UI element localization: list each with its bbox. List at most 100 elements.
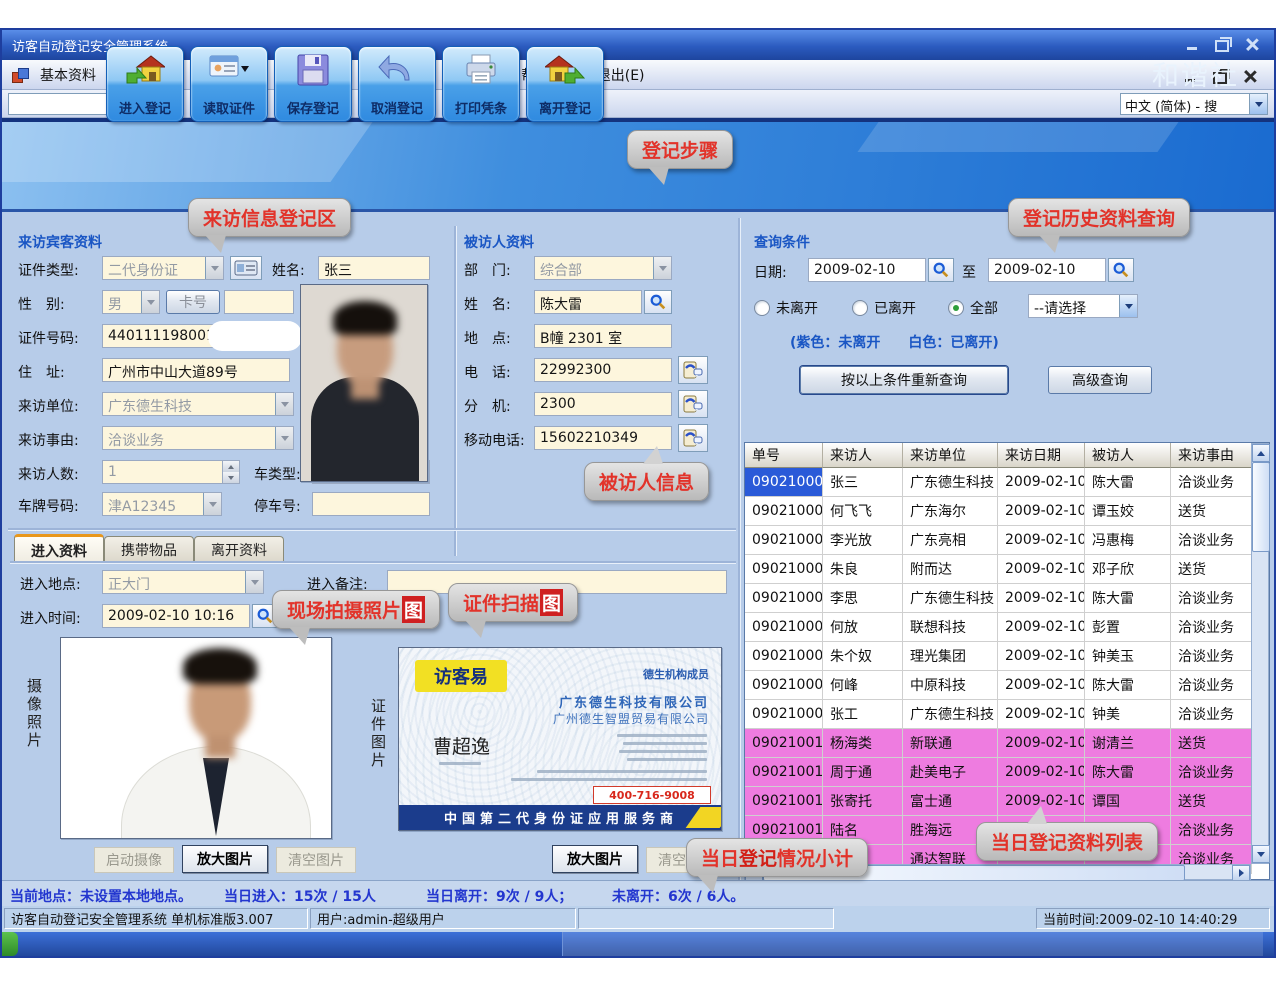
card-number-field[interactable] — [224, 290, 294, 314]
toolbar-button-print-receipt[interactable]: 打印凭条 — [442, 46, 520, 122]
table-cell[interactable]: 彭置 — [1085, 613, 1171, 642]
table-cell[interactable]: 陈大雷 — [1085, 758, 1171, 787]
table-cell[interactable]: 090210008 — [745, 671, 823, 700]
radio-not-left[interactable]: 未离开 — [754, 298, 818, 318]
zoom-photo-button[interactable]: 放大图片 — [182, 845, 268, 873]
table-cell[interactable]: 广东德生科技 — [903, 584, 998, 613]
table-cell[interactable]: 钟美玉 — [1085, 642, 1171, 671]
table-cell[interactable]: 090210002 — [745, 497, 823, 526]
table-cell[interactable]: 冯惠梅 — [1085, 526, 1171, 555]
table-row[interactable]: 090210005李思广东德生科技2009-02-10陈大雷洽谈业务 — [745, 584, 1269, 613]
table-row[interactable]: 090210010杨海类新联通2009-02-10谢清兰送货 — [745, 729, 1269, 758]
table-cell[interactable]: 090210003 — [745, 526, 823, 555]
table-cell[interactable]: 2009-02-10 — [998, 700, 1085, 729]
table-cell[interactable]: 张三 — [823, 468, 903, 497]
table-row[interactable]: 090210007朱个奴理光集团2009-02-10钟美玉洽谈业务 — [745, 642, 1269, 671]
scroll-right-icon[interactable] — [1232, 865, 1250, 881]
date-to-picker-button[interactable] — [1108, 258, 1134, 282]
table-cell[interactable]: 送货 — [1171, 555, 1252, 584]
table-cell[interactable]: 洽谈业务 — [1171, 816, 1252, 845]
table-vscrollbar[interactable] — [1251, 443, 1269, 864]
table-row[interactable]: 090210008何峰中原科技2009-02-10陈大雷洽谈业务 — [745, 671, 1269, 700]
table-cell[interactable]: 谭玉姣 — [1085, 497, 1171, 526]
table-cell[interactable]: 陈大雷 — [1085, 584, 1171, 613]
table-cell[interactable]: 何飞飞 — [823, 497, 903, 526]
table-cell[interactable]: 朱个奴 — [823, 642, 903, 671]
table-cell[interactable]: 2009-02-10 — [998, 729, 1085, 758]
table-cell[interactable]: 2009-02-10 — [998, 584, 1085, 613]
dial-mobile-button[interactable] — [678, 424, 708, 452]
minimize-icon[interactable] — [1182, 35, 1202, 53]
radio-left[interactable]: 已离开 — [852, 298, 916, 318]
table-cell[interactable]: 理光集团 — [903, 642, 998, 671]
table-row[interactable]: 090210012张寄托富士通2009-02-10谭国送货 — [745, 787, 1269, 816]
column-header-1[interactable]: 来访人 — [823, 443, 903, 468]
table-cell[interactable]: 何峰 — [823, 671, 903, 700]
query-select-chevron-icon[interactable] — [1119, 295, 1137, 317]
table-cell[interactable]: 090210006 — [745, 613, 823, 642]
dept-select[interactable]: 综合部 — [534, 256, 672, 280]
table-cell[interactable]: 2009-02-10 — [998, 671, 1085, 700]
table-cell[interactable]: 洽谈业务 — [1171, 613, 1252, 642]
table-row[interactable]: 090210009张工广东德生科技2009-02-10钟美洽谈业务 — [745, 700, 1269, 729]
table-cell[interactable]: 090210010 — [745, 729, 823, 758]
column-header-0[interactable]: 单号 — [745, 443, 823, 468]
visit-reason-select[interactable]: 洽谈业务 — [102, 426, 294, 450]
table-cell[interactable]: 联想科技 — [903, 613, 998, 642]
start-camera-button[interactable]: 启动摄像 — [94, 847, 174, 873]
search-person-button[interactable] — [644, 290, 672, 314]
table-cell[interactable]: 洽谈业务 — [1171, 584, 1252, 613]
table-cell[interactable]: 2009-02-10 — [998, 526, 1085, 555]
table-cell[interactable]: 洽谈业务 — [1171, 468, 1252, 497]
vscroll-thumb[interactable] — [1252, 462, 1270, 552]
location-field[interactable]: B幢 2301 室 — [534, 324, 672, 348]
table-cell[interactable]: 送货 — [1171, 729, 1252, 758]
table-cell[interactable]: 李思 — [823, 584, 903, 613]
column-header-2[interactable]: 来访单位 — [903, 443, 998, 468]
table-cell[interactable]: 谢清兰 — [1085, 729, 1171, 758]
zoom-scan-button[interactable]: 放大图片 — [552, 845, 638, 873]
table-cell[interactable]: 杨海类 — [823, 729, 903, 758]
table-cell[interactable]: 090210005 — [745, 584, 823, 613]
table-row[interactable]: 090210003李光放广东亮相2009-02-10冯惠梅洽谈业务 — [745, 526, 1269, 555]
requery-button[interactable]: 按以上条件重新查询 — [800, 366, 1008, 394]
radio-all[interactable]: 全部 — [948, 298, 998, 318]
restore-icon[interactable] — [1212, 35, 1232, 53]
table-cell[interactable]: 送货 — [1171, 787, 1252, 816]
id-type-select[interactable]: 二代身份证 — [102, 256, 224, 280]
parking-field[interactable] — [312, 492, 430, 516]
scroll-up-icon[interactable] — [1252, 444, 1270, 462]
table-cell[interactable]: 2009-02-10 — [998, 642, 1085, 671]
table-cell[interactable]: 洽谈业务 — [1171, 700, 1252, 729]
table-cell[interactable]: 陈大雷 — [1085, 468, 1171, 497]
table-cell[interactable]: 2009-02-10 — [998, 613, 1085, 642]
toolbar-button-cancel-register[interactable]: 取消登记 — [358, 46, 436, 122]
query-select[interactable]: --请选择 — [1028, 294, 1138, 318]
entry-location-select[interactable]: 正大门 — [102, 570, 264, 594]
table-cell[interactable]: 洽谈业务 — [1171, 671, 1252, 700]
table-cell[interactable]: 090210007 — [745, 642, 823, 671]
table-cell[interactable]: 附而达 — [903, 555, 998, 584]
table-row[interactable]: 090210006何放联想科技2009-02-10彭置洽谈业务 — [745, 613, 1269, 642]
address-field[interactable]: 广州市中山大道89号 — [102, 358, 290, 382]
card-number-button[interactable]: 卡号 — [166, 290, 220, 314]
column-header-3[interactable]: 来访日期 — [998, 443, 1085, 468]
toolbar-button-leave-register[interactable]: 离开登记 — [526, 46, 604, 122]
table-row[interactable]: 090210002何飞飞广东海尔2009-02-10谭玉姣送货 — [745, 497, 1269, 526]
language-bar[interactable]: 中文 (简体) - 搜 — [1120, 93, 1268, 115]
dial-ext-button[interactable] — [678, 390, 708, 418]
table-cell[interactable]: 谭国 — [1085, 787, 1171, 816]
table-cell[interactable]: 广东海尔 — [903, 497, 998, 526]
mdi-close-icon[interactable] — [1240, 67, 1260, 85]
table-cell[interactable]: 洽谈业务 — [1171, 526, 1252, 555]
toolbar-button-save-register[interactable]: 保存登记 — [274, 46, 352, 122]
table-cell[interactable]: 090210012 — [745, 787, 823, 816]
table-cell[interactable]: 洽谈业务 — [1171, 758, 1252, 787]
menu-item-0[interactable]: 基本资料 — [40, 68, 96, 84]
table-cell[interactable]: 何放 — [823, 613, 903, 642]
table-cell[interactable]: 090210004 — [745, 555, 823, 584]
dial-phone-button[interactable] — [678, 356, 708, 384]
visitor-count-stepper[interactable]: 1 — [102, 460, 240, 484]
table-cell[interactable]: 张寄托 — [823, 787, 903, 816]
table-cell[interactable]: 钟美 — [1085, 700, 1171, 729]
